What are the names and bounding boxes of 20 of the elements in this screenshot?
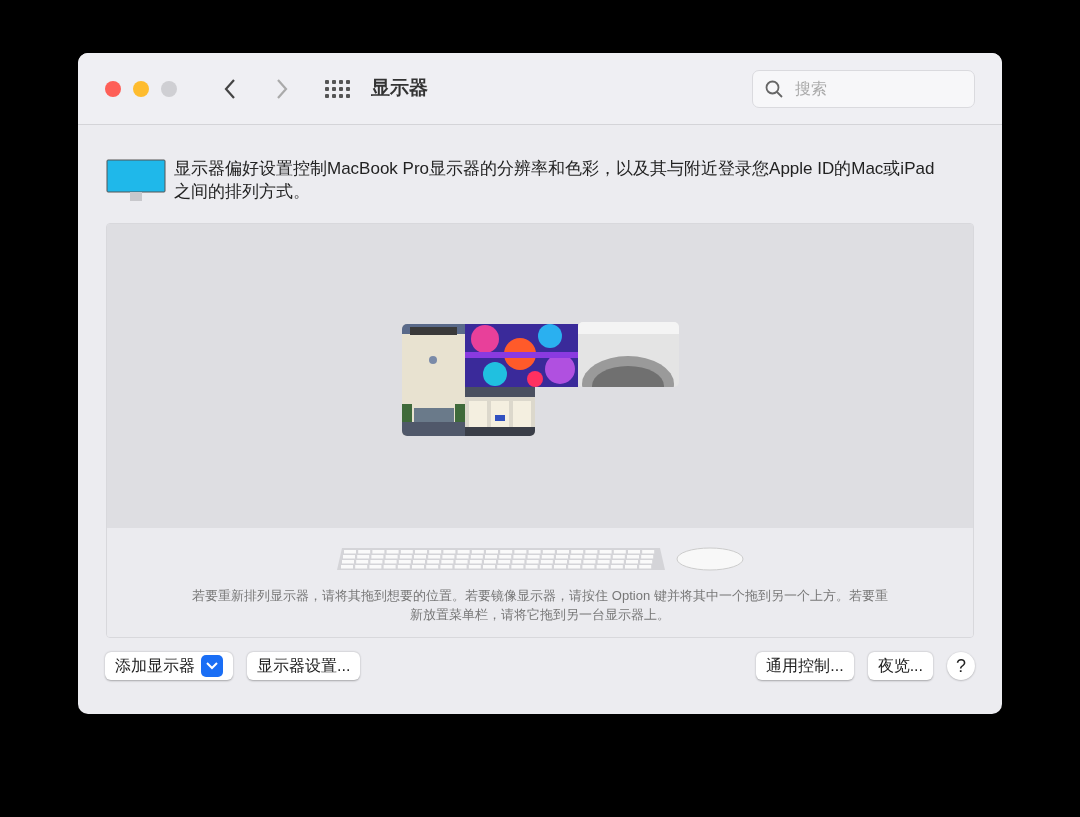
button[interactable]: 添加显示器 (105, 652, 233, 680)
back-icon[interactable] (223, 77, 237, 100)
window-title: 显示器 (371, 76, 428, 101)
grid-icon[interactable] (325, 79, 351, 98)
monitor-icon (106, 159, 166, 203)
search-field[interactable]: 搜索 (752, 69, 975, 108)
help-button[interactable]: ? (947, 652, 975, 680)
zoom-button[interactable] (161, 80, 177, 97)
mouse-icon (676, 546, 744, 572)
search-icon (765, 79, 783, 98)
button[interactable]: 显示器设置... (247, 652, 361, 680)
dropdown-icon (201, 655, 223, 677)
button[interactable]: 通用控制... (756, 652, 854, 680)
keyboard-icon (336, 546, 666, 572)
button[interactable]: 夜览... (867, 652, 933, 680)
hint-text: 若要重新排列显示器，请将其拖到想要的位置。若要镜像显示器，请按住 Option 键并将其中一个拖到另一个上方。若要重新放置菜单栏，请将它拖到另一台显示器上。 (191, 587, 889, 624)
description: 显示器偏好设置控制MacBook Pro显示器的分辨率和色彩，以及其与附近登录您Apple ID的Mac或iPad之间的排列方式。 (174, 158, 936, 203)
minimize-button[interactable] (133, 80, 149, 97)
close-button[interactable] (105, 80, 121, 97)
forward-icon[interactable] (275, 77, 289, 100)
